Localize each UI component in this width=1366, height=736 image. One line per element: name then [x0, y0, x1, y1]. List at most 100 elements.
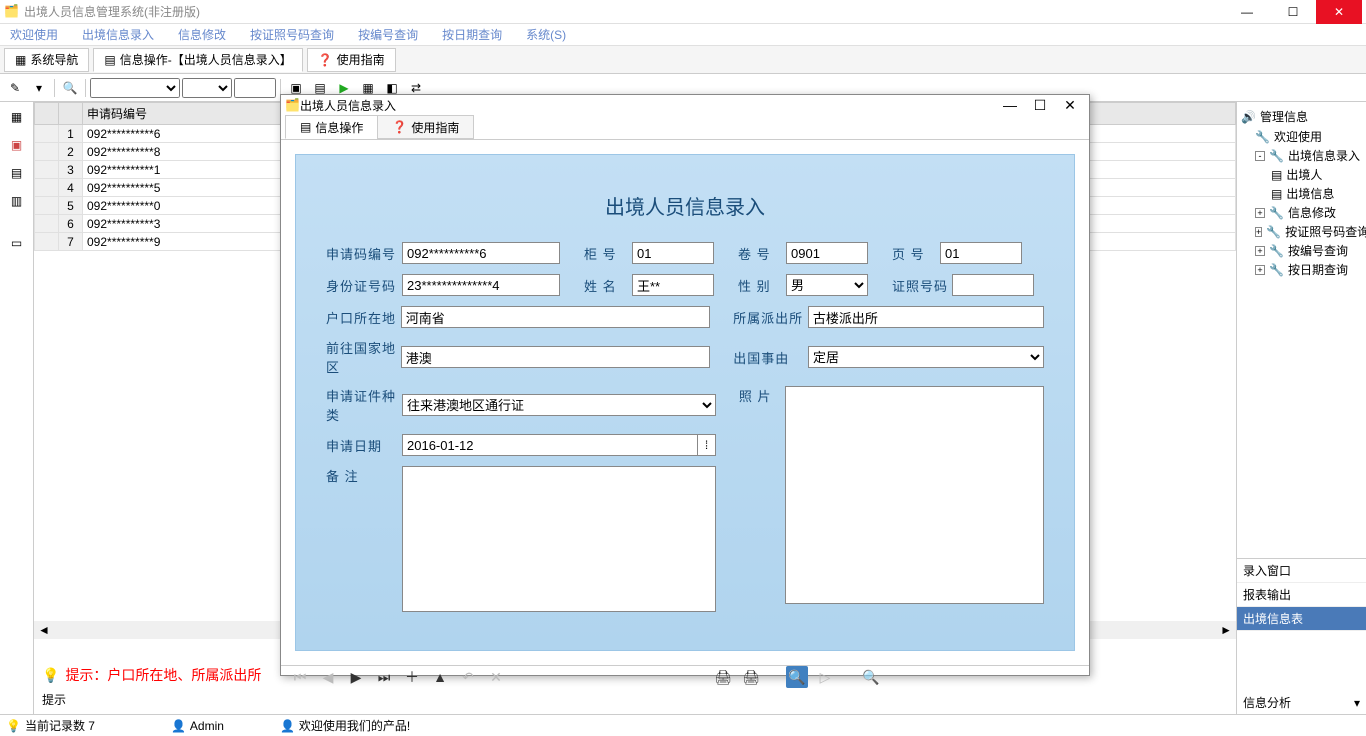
- chevron-down-icon: ▾: [1354, 696, 1360, 710]
- tree-qcode[interactable]: 按编号查询: [1288, 242, 1348, 259]
- wrench-icon: 🔧: [1255, 130, 1270, 144]
- input-appdate[interactable]: [402, 434, 698, 456]
- up-button[interactable]: ▲: [429, 666, 451, 688]
- add-button[interactable]: ＋: [401, 666, 423, 688]
- tree-entry[interactable]: 出境信息录入: [1288, 147, 1360, 164]
- label-appdate: 申请日期: [326, 436, 402, 455]
- label-page: 页 号: [892, 244, 940, 263]
- select-reason[interactable]: 定居: [808, 346, 1044, 368]
- input-appcode[interactable]: [402, 242, 560, 264]
- edit-button[interactable]: ✎: [4, 77, 26, 99]
- filter-select-1[interactable]: [90, 78, 180, 98]
- left-tool-4[interactable]: ▥: [6, 190, 28, 212]
- expand-icon[interactable]: +: [1255, 208, 1265, 218]
- input-hukou[interactable]: [401, 306, 710, 328]
- rlist-analysis-dropdown[interactable]: 信息分析 ▾: [1237, 691, 1366, 714]
- collapse-icon[interactable]: -: [1255, 151, 1265, 161]
- label-reason: 出国事由: [733, 348, 808, 367]
- textarea-remark[interactable]: [402, 466, 716, 612]
- select-doctype[interactable]: 往来港澳地区通行证: [402, 394, 716, 416]
- input-idcard[interactable]: [402, 274, 560, 296]
- rlist-report[interactable]: 报表输出: [1237, 583, 1366, 607]
- photo-box[interactable]: [785, 386, 1044, 604]
- dtab-info-label: 信息操作: [315, 119, 363, 136]
- print-button[interactable]: 🖨: [712, 666, 734, 688]
- dialog-close[interactable]: ✕: [1055, 95, 1085, 115]
- tree-root[interactable]: 管理信息: [1260, 108, 1308, 125]
- expand-icon[interactable]: +: [1255, 246, 1265, 256]
- input-volume[interactable]: [786, 242, 868, 264]
- close-button[interactable]: ✕: [1316, 0, 1362, 24]
- dtab-guide[interactable]: ❓使用指南: [377, 115, 474, 139]
- input-dest[interactable]: [401, 346, 710, 368]
- search-button[interactable]: 🔍: [786, 666, 808, 688]
- dtab-guide-label: 使用指南: [411, 119, 459, 136]
- input-cabinet[interactable]: [632, 242, 714, 264]
- tab-system-nav[interactable]: ▦ 系统导航: [4, 48, 89, 72]
- input-page[interactable]: [940, 242, 1022, 264]
- expand-icon[interactable]: +: [1255, 265, 1265, 275]
- zoom-button[interactable]: 🔍: [860, 666, 882, 688]
- rlist-info-table[interactable]: 出境信息表: [1237, 607, 1366, 631]
- left-tool-2[interactable]: ▣: [6, 134, 28, 156]
- cancel-button[interactable]: ✕: [485, 666, 507, 688]
- info-icon: ▤: [300, 120, 311, 134]
- label-doctype: 申请证件种类: [326, 386, 402, 424]
- tree-welcome[interactable]: 欢迎使用: [1274, 128, 1322, 145]
- user-icon: 👤: [280, 719, 295, 733]
- dialog-minimize[interactable]: —: [995, 95, 1025, 115]
- input-passport[interactable]: [952, 274, 1034, 296]
- left-tool-5[interactable]: ▭: [6, 232, 28, 254]
- edit-dropdown[interactable]: ▾: [28, 77, 50, 99]
- tree-qdate[interactable]: 按日期查询: [1288, 261, 1348, 278]
- label-cabinet: 柜 号: [584, 244, 632, 263]
- filter-select-2[interactable]: [182, 78, 232, 98]
- select-gender[interactable]: 男: [786, 274, 868, 296]
- input-police[interactable]: [808, 306, 1044, 328]
- tab-guide[interactable]: ❓ 使用指南: [307, 48, 396, 72]
- menu-modify[interactable]: 信息修改: [172, 24, 232, 45]
- statusbar: 💡当前记录数 7 👤Admin 👤欢迎使用我们的产品!: [0, 714, 1366, 736]
- tab-nav-label: 系统导航: [30, 51, 78, 68]
- menu-system[interactable]: 系统(S): [520, 24, 572, 45]
- wrench-icon: 🔧: [1269, 263, 1284, 277]
- undo-button[interactable]: ↶: [457, 666, 479, 688]
- nav-prev[interactable]: ◀: [317, 666, 339, 688]
- tab-info-label: 信息操作-【出境人员信息录入】: [120, 51, 292, 68]
- doc-icon: ▤: [1271, 168, 1282, 182]
- tree-entry-c2[interactable]: 出境信息: [1286, 185, 1334, 202]
- menu-welcome[interactable]: 欢迎使用: [4, 24, 64, 45]
- nav-first[interactable]: ⏮: [289, 666, 311, 688]
- left-tool-1[interactable]: ▦: [6, 106, 28, 128]
- nav-last[interactable]: ⏭: [373, 666, 395, 688]
- tabbar: ▦ 系统导航 ▤ 信息操作-【出境人员信息录入】 ❓ 使用指南: [0, 46, 1366, 74]
- menu-query-passport[interactable]: 按证照号码查询: [244, 24, 340, 45]
- date-stepper[interactable]: ⁞: [698, 434, 716, 456]
- left-tool-3[interactable]: ▤: [6, 162, 28, 184]
- filter-input[interactable]: [234, 78, 276, 98]
- nav-next[interactable]: ▶: [345, 666, 367, 688]
- rlist-entry-window[interactable]: 录入窗口: [1237, 559, 1366, 583]
- minimize-button[interactable]: —: [1224, 0, 1270, 24]
- tree-entry-c1[interactable]: 出境人: [1286, 166, 1322, 183]
- hint-text: 提示：户口所在地、所属派出所: [65, 665, 261, 685]
- search-button[interactable]: 🔍: [59, 77, 81, 99]
- expand-icon[interactable]: +: [1255, 227, 1262, 237]
- menu-query-date[interactable]: 按日期查询: [436, 24, 508, 45]
- menu-entry[interactable]: 出境信息录入: [76, 24, 160, 45]
- play-button[interactable]: ▷: [814, 666, 836, 688]
- dialog-maximize[interactable]: ☐: [1025, 95, 1055, 115]
- doc-icon: ▤: [1271, 187, 1282, 201]
- tab-info-op[interactable]: ▤ 信息操作-【出境人员信息录入】: [93, 48, 302, 72]
- label-police: 所属派出所: [733, 308, 808, 327]
- label-dest: 前往国家地区: [326, 338, 401, 376]
- tree-qpass[interactable]: 按证照号码查询: [1285, 223, 1366, 240]
- input-name[interactable]: [632, 274, 714, 296]
- window-titlebar: 🗂️ 出境人员信息管理系统(非注册版) — ☐ ✕: [0, 0, 1366, 24]
- nav-tree: 🔊管理信息 🔧欢迎使用 -🔧出境信息录入 ▤出境人 ▤出境信息 +🔧信息修改 +…: [1237, 102, 1366, 558]
- maximize-button[interactable]: ☐: [1270, 0, 1316, 24]
- dtab-info[interactable]: ▤ 信息操作: [285, 115, 378, 139]
- menu-query-code[interactable]: 按编号查询: [352, 24, 424, 45]
- tree-modify[interactable]: 信息修改: [1288, 204, 1336, 221]
- print2-button[interactable]: 🖨: [740, 666, 762, 688]
